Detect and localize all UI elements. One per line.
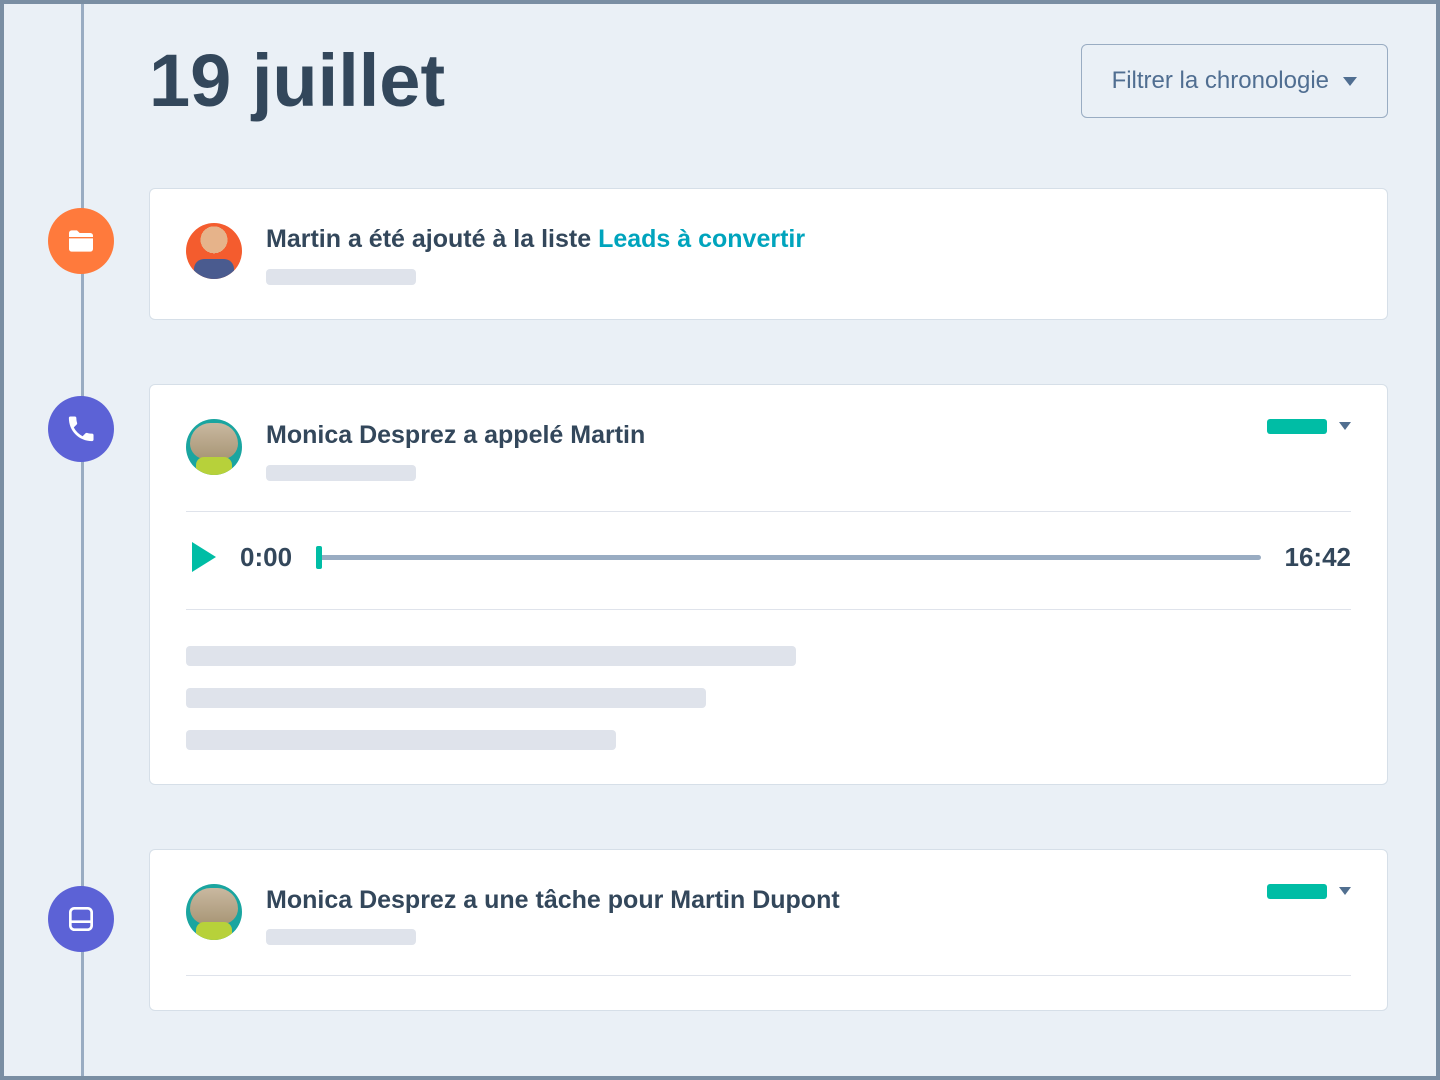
- filter-timeline-button[interactable]: Filtrer la chronologie: [1081, 44, 1388, 118]
- card-title: Monica Desprez a une tâche pour Martin D…: [266, 884, 1243, 918]
- phone-icon: [65, 413, 97, 445]
- audio-duration: 16:42: [1285, 542, 1352, 573]
- list-link[interactable]: Leads à convertir: [598, 225, 805, 253]
- meta-placeholder: [266, 465, 416, 481]
- audio-seek-track[interactable]: [316, 555, 1260, 560]
- avatar: [186, 419, 242, 475]
- placeholder-line: [186, 730, 616, 750]
- filter-timeline-label: Filtrer la chronologie: [1112, 67, 1329, 95]
- timeline-icon-phone: [48, 396, 114, 462]
- audio-seek-cursor[interactable]: [316, 546, 322, 569]
- timeline-card-task: Monica Desprez a une tâche pour Martin D…: [149, 849, 1388, 1012]
- transcript-placeholder: [186, 646, 1351, 750]
- divider: [186, 609, 1351, 610]
- meta-placeholder: [266, 929, 416, 945]
- note-icon: [65, 903, 97, 935]
- avatar: [186, 223, 242, 279]
- timeline-icon-note: [48, 886, 114, 952]
- folder-icon: [65, 225, 97, 257]
- timeline-icon-folder: [48, 208, 114, 274]
- status-badge: [1267, 419, 1327, 434]
- chevron-down-icon: [1343, 77, 1357, 86]
- card-title: Monica Desprez a appelé Martin: [266, 419, 1243, 453]
- audio-player: 0:00 16:42: [186, 536, 1351, 579]
- play-button[interactable]: [192, 542, 216, 572]
- meta-placeholder: [266, 269, 416, 285]
- card-menu-caret[interactable]: [1339, 422, 1351, 430]
- avatar: [186, 884, 242, 940]
- divider: [186, 511, 1351, 512]
- status-badge: [1267, 884, 1327, 899]
- divider: [186, 975, 1351, 976]
- header-row: 19 juillet Filtrer la chronologie: [149, 44, 1388, 118]
- page-title: 19 juillet: [149, 44, 445, 118]
- audio-current-time: 0:00: [240, 542, 292, 573]
- timeline-card-call: Monica Desprez a appelé Martin 0:00 16:4…: [149, 384, 1388, 785]
- placeholder-line: [186, 646, 796, 666]
- card-title: Martin a été ajouté à la liste Leads à c…: [266, 223, 1351, 257]
- placeholder-line: [186, 688, 706, 708]
- card-menu-caret[interactable]: [1339, 887, 1351, 895]
- timeline-card-list: Martin a été ajouté à la liste Leads à c…: [149, 188, 1388, 320]
- card-title-prefix: Martin a été ajouté à la liste: [266, 225, 598, 253]
